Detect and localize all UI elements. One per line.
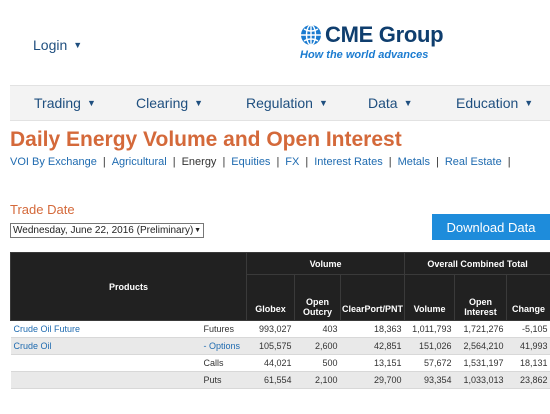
volume-value: 151,026 xyxy=(404,337,455,355)
tagline: How the world advances xyxy=(300,49,429,61)
logo-text: CME Group xyxy=(325,22,444,47)
col-volume: Volume xyxy=(404,274,456,321)
col-change: Change xyxy=(506,274,550,321)
nav-item-data[interactable]: Data ▼ xyxy=(368,95,413,111)
volume-value: 1,011,793 xyxy=(404,320,455,338)
subnav-real-estate[interactable]: Real Estate xyxy=(445,156,502,168)
product-subnav: VOI By Exchange | Agricultural | Energy | E… xyxy=(10,156,517,168)
chevron-down-icon: ▼ xyxy=(318,98,328,108)
outcry-value: 403 xyxy=(294,320,341,338)
nav-label: Education xyxy=(456,95,519,111)
product-type[interactable]: - Options xyxy=(200,337,247,355)
clearport-value: 18,363 xyxy=(340,320,405,338)
chevron-down-icon: ▼ xyxy=(194,98,204,108)
globex-value: 105,575 xyxy=(246,337,295,355)
subnav-energy[interactable]: Energy xyxy=(182,156,217,168)
page-title: Daily Energy Volume and Open Interest xyxy=(10,128,402,151)
product-type: Futures xyxy=(200,320,247,338)
outcry-value: 500 xyxy=(294,354,341,372)
separator: | xyxy=(102,156,106,168)
table-row: Crude Oil Future Futures 993,027 403 18,… xyxy=(10,320,550,338)
clearport-value: 42,851 xyxy=(340,337,405,355)
separator: | xyxy=(276,156,280,168)
clearport-value: 13,151 xyxy=(340,354,405,372)
change-value: 23,862 xyxy=(506,371,550,389)
separator: | xyxy=(435,156,439,168)
change-value: -5,105 xyxy=(506,320,550,338)
nav-label: Clearing xyxy=(136,95,189,111)
table-row: Crude Oil - Options 105,575 2,600 42,851… xyxy=(10,337,550,355)
subnav-metals[interactable]: Metals xyxy=(398,156,430,168)
product-link[interactable]: Crude Oil xyxy=(10,337,201,355)
clearport-value: 29,700 xyxy=(340,371,405,389)
products-header: Products xyxy=(9,252,248,321)
separator: | xyxy=(507,156,511,168)
product-type: Puts xyxy=(200,371,247,389)
main-nav: Trading ▼ Clearing ▼ Regulation ▼ Data ▼ Edu… xyxy=(10,85,550,121)
nav-label: Regulation xyxy=(246,95,313,111)
volume-table: Products Volume Overall Combined Total G… xyxy=(9,252,550,389)
separator: | xyxy=(222,156,226,168)
login-label: Login xyxy=(33,37,68,53)
subnav-equities[interactable]: Equities xyxy=(231,156,270,168)
product-name xyxy=(10,371,201,389)
open-interest-value: 2,564,210 xyxy=(454,337,507,355)
globex-value: 44,021 xyxy=(246,354,295,372)
separator: | xyxy=(305,156,309,168)
globex-value: 61,554 xyxy=(246,371,295,389)
chevron-down-icon: ▼ xyxy=(524,98,534,108)
chevron-down-icon: ▼ xyxy=(86,98,96,108)
separator: | xyxy=(172,156,176,168)
trade-date-label: Trade Date xyxy=(10,202,75,217)
chevron-down-icon: ▼ xyxy=(73,40,83,50)
subnav-fx[interactable]: FX xyxy=(285,156,299,168)
overall-total-header: Overall Combined Total xyxy=(404,252,550,275)
nav-label: Trading xyxy=(34,95,81,111)
chevron-down-icon: ▼ xyxy=(403,98,413,108)
table-row: Puts 61,554 2,100 29,700 93,354 1,033,01… xyxy=(10,371,550,389)
change-value: 41,993 xyxy=(506,337,550,355)
subnav-interest-rates[interactable]: Interest Rates xyxy=(314,156,382,168)
table-row: Calls 44,021 500 13,151 57,672 1,531,197… xyxy=(10,354,550,372)
nav-item-clearing[interactable]: Clearing ▼ xyxy=(136,95,203,111)
product-link[interactable]: Crude Oil Future xyxy=(10,320,201,338)
subnav-agricultural[interactable]: Agricultural xyxy=(112,156,167,168)
globe-icon xyxy=(301,24,321,46)
login-menu[interactable]: Login ▼ xyxy=(33,37,82,53)
col-clearport: ClearPort/PNT xyxy=(340,274,406,321)
nav-label: Data xyxy=(368,95,398,111)
col-globex: Globex xyxy=(246,274,296,321)
nav-item-education[interactable]: Education ▼ xyxy=(456,95,533,111)
nav-item-regulation[interactable]: Regulation ▼ xyxy=(246,95,328,111)
volume-value: 57,672 xyxy=(404,354,455,372)
open-interest-value: 1,531,197 xyxy=(454,354,507,372)
product-type: Calls xyxy=(200,354,247,372)
open-interest-value: 1,721,276 xyxy=(454,320,507,338)
volume-header: Volume xyxy=(246,252,406,275)
volume-value: 93,354 xyxy=(404,371,455,389)
open-interest-value: 1,033,013 xyxy=(454,371,507,389)
product-name xyxy=(10,354,201,372)
trade-date-select[interactable]: Wednesday, June 22, 2016 (Preliminary) ▼ xyxy=(10,223,204,238)
col-open-interest: Open Interest xyxy=(454,274,508,321)
globex-value: 993,027 xyxy=(246,320,295,338)
subnav-voi-by-exchange[interactable]: VOI By Exchange xyxy=(10,156,97,168)
cme-logo[interactable]: CME Group How the world advances xyxy=(300,22,444,61)
dropdown-arrow-icon: ▼ xyxy=(194,227,201,234)
change-value: 18,131 xyxy=(506,354,550,372)
outcry-value: 2,600 xyxy=(294,337,341,355)
separator: | xyxy=(388,156,392,168)
download-data-button[interactable]: Download Data xyxy=(432,214,550,240)
trade-date-value: Wednesday, June 22, 2016 (Preliminary) xyxy=(13,225,194,236)
nav-item-trading[interactable]: Trading ▼ xyxy=(34,95,96,111)
outcry-value: 2,100 xyxy=(294,371,341,389)
col-open-outcry: Open Outcry xyxy=(294,274,342,321)
